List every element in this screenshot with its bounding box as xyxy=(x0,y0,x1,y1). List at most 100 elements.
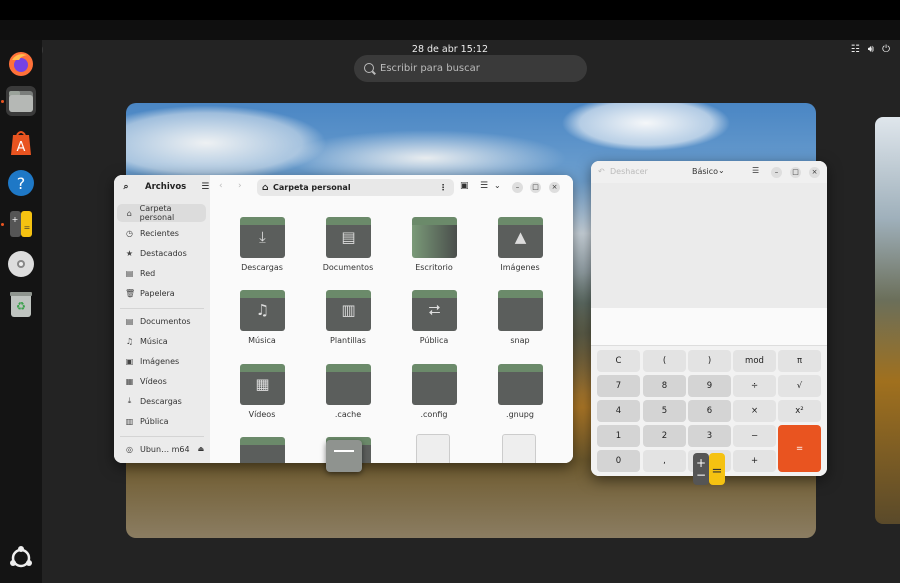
sidebar-item-device[interactable]: ◎ Ubun… m64 ⏏ xyxy=(117,440,206,458)
sidebar-item-starred[interactable]: ★ Destacados xyxy=(117,244,206,262)
calculator-window[interactable]: ↶ Deshacer Básico ⌄ ☰ – □ × C ( ) mod π … xyxy=(591,161,827,476)
music-icon: ♫ xyxy=(125,336,134,346)
sidebar-item-videos[interactable]: ▦ Vídeos xyxy=(117,372,206,390)
files-window[interactable]: ⌕ Archivos ☰ ⌂ Carpeta personal ◷ Reciente… xyxy=(114,175,573,463)
close-button[interactable]: × xyxy=(809,167,820,178)
search-icon[interactable]: ⌕ xyxy=(114,182,138,192)
calculator-header: ↶ Deshacer Básico ⌄ ☰ – □ × xyxy=(591,161,827,183)
sidebar-item-downloads[interactable]: ⤓ Descargas xyxy=(117,392,206,410)
image-icon: ▣ xyxy=(125,356,134,366)
key-4[interactable]: 4 xyxy=(597,400,640,422)
document-icon: ▤ xyxy=(341,228,356,246)
key-3[interactable]: 3 xyxy=(688,425,731,447)
top-black-bar xyxy=(0,0,900,20)
calculator-icon[interactable]: + = xyxy=(6,209,36,239)
template-icon: ▥ xyxy=(341,301,356,319)
sidebar-item-documents[interactable]: ▤ Documentos xyxy=(117,312,206,330)
files-sidebar-header: ⌕ Archivos ☰ xyxy=(114,175,210,199)
sidebar-item-music[interactable]: ♫ Música xyxy=(117,332,206,350)
key-9[interactable]: 9 xyxy=(688,375,731,397)
files-icon[interactable] xyxy=(6,86,36,116)
maximize-button[interactable]: □ xyxy=(790,167,801,178)
calculator-app-icon: + − = xyxy=(692,452,726,486)
svg-text:?: ? xyxy=(17,174,26,193)
minimize-button[interactable]: – xyxy=(771,167,782,178)
key-2[interactable]: 2 xyxy=(643,425,686,447)
next-workspace-thumbnail[interactable] xyxy=(875,117,900,524)
minimize-button[interactable]: – xyxy=(512,182,523,193)
clock-icon: ◷ xyxy=(126,228,133,238)
key-equals[interactable]: = xyxy=(778,425,821,472)
calculator-history xyxy=(591,183,827,308)
files-sidebar: ⌕ Archivos ☰ ⌂ Carpeta personal ◷ Reciente… xyxy=(114,175,210,463)
more-icon[interactable]: ⋮ xyxy=(439,183,447,192)
key-6[interactable]: 6 xyxy=(688,400,731,422)
sidebar-item-network[interactable]: ▤ Red xyxy=(117,264,206,282)
trash-icon[interactable]: ♻ xyxy=(6,289,36,319)
clock[interactable]: 28 de abr 15:12 xyxy=(0,44,900,55)
power-icon: ⏻ xyxy=(882,44,890,55)
files-window-app-icon xyxy=(326,440,362,472)
close-button[interactable]: × xyxy=(549,182,560,193)
sidebar-item-recent[interactable]: ◷ Recientes xyxy=(117,224,206,242)
chevron-down-icon[interactable]: ⌄ xyxy=(718,166,725,175)
key-sqrt[interactable]: √ xyxy=(778,375,821,397)
key-divide[interactable]: ÷ xyxy=(733,375,776,397)
image-icon: ▲ xyxy=(514,228,527,246)
sidebar-item-trash[interactable]: 🗑︎ Papelera xyxy=(117,284,206,302)
key-mod[interactable]: mod xyxy=(733,350,776,372)
sidebar-item-home[interactable]: ⌂ Carpeta personal xyxy=(117,204,206,222)
new-folder-icon[interactable]: ▣ xyxy=(460,181,469,191)
key-clear[interactable]: C xyxy=(597,350,640,372)
firefox-icon[interactable] xyxy=(6,49,36,79)
key-decimal[interactable]: , xyxy=(643,450,686,472)
key-close-paren[interactable]: ) xyxy=(688,350,731,372)
menu-icon[interactable]: ☰ xyxy=(201,182,209,192)
key-8[interactable]: 8 xyxy=(643,375,686,397)
app-center-icon[interactable]: A xyxy=(6,128,36,158)
svg-text:=: = xyxy=(712,464,723,479)
path-bar[interactable]: ⌂ Carpeta personal ⋮ xyxy=(257,179,454,196)
maximize-button[interactable]: □ xyxy=(530,182,541,193)
chevron-down-icon[interactable]: ⌄ xyxy=(494,181,501,190)
help-icon[interactable]: ? xyxy=(6,168,36,198)
key-pi[interactable]: π xyxy=(778,350,821,372)
key-subtract[interactable]: − xyxy=(733,425,776,447)
key-7[interactable]: 7 xyxy=(597,375,640,397)
trash-icon: 🗑︎ xyxy=(125,288,136,298)
back-icon[interactable]: ‹ xyxy=(219,181,223,191)
system-tray[interactable]: ☷ 🔊︎ ⏻ xyxy=(851,44,890,55)
volume-icon: 🔊︎ xyxy=(867,44,875,55)
running-indicator xyxy=(1,223,4,226)
key-5[interactable]: 5 xyxy=(643,400,686,422)
sidebar-item-public[interactable]: ▥ Pública xyxy=(117,412,206,430)
forward-icon[interactable]: › xyxy=(238,181,242,191)
search-input[interactable]: Escribir para buscar xyxy=(354,55,587,82)
key-square[interactable]: x² xyxy=(778,400,821,422)
file-item[interactable] xyxy=(416,434,450,463)
film-icon: ▦ xyxy=(255,375,270,393)
home-icon: ⌂ xyxy=(126,208,132,218)
menu-icon[interactable]: ☰ xyxy=(752,166,759,175)
key-1[interactable]: 1 xyxy=(597,425,640,447)
sidebar-item-pictures[interactable]: ▣ Imágenes xyxy=(117,352,206,370)
calculator-input[interactable] xyxy=(591,308,827,346)
key-add[interactable]: + xyxy=(733,450,776,472)
running-indicator xyxy=(1,100,4,103)
mode-selector[interactable]: Básico xyxy=(692,167,718,176)
file-item[interactable] xyxy=(502,434,536,463)
undo-icon[interactable]: ↶ xyxy=(598,167,605,176)
svg-text:−: − xyxy=(696,468,706,482)
download-icon: ⤓ xyxy=(127,396,132,405)
list-view-icon[interactable]: ☰ xyxy=(480,181,488,191)
key-open-paren[interactable]: ( xyxy=(643,350,686,372)
eject-icon[interactable]: ⏏ xyxy=(198,445,205,453)
svg-text:♻: ♻ xyxy=(16,300,26,313)
path-label: Carpeta personal xyxy=(273,183,351,192)
disc-icon[interactable] xyxy=(6,249,36,279)
svg-text:A: A xyxy=(17,140,26,155)
key-multiply[interactable]: × xyxy=(733,400,776,422)
ubuntu-logo[interactable] xyxy=(6,543,36,573)
undo-button[interactable]: Deshacer xyxy=(610,167,648,176)
key-0[interactable]: 0 xyxy=(597,450,640,472)
